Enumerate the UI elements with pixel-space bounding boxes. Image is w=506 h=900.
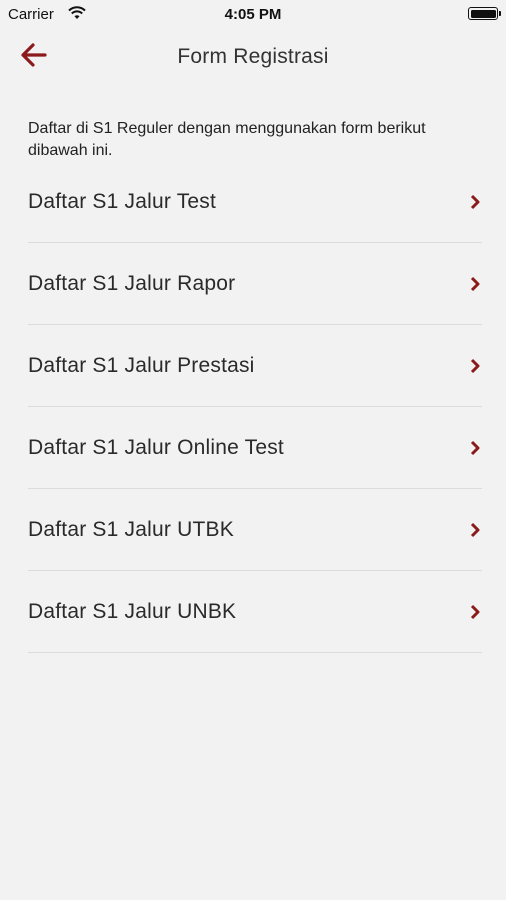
menu-item-jalur-unbk[interactable]: Daftar S1 Jalur UNBK: [28, 571, 482, 653]
status-bar: Carrier 4:05 PM: [0, 0, 506, 30]
menu-item-label: Daftar S1 Jalur Test: [28, 189, 217, 213]
clock: 4:05 PM: [224, 6, 282, 23]
menu-item-label: Daftar S1 Jalur Rapor: [28, 271, 236, 295]
chevron-right-icon: [470, 276, 480, 291]
chevron-right-icon: [470, 358, 480, 373]
menu-item-jalur-online-test[interactable]: Daftar S1 Jalur Online Test: [28, 407, 482, 489]
chevron-right-icon: [470, 604, 480, 619]
intro-text: Daftar di S1 Reguler dengan menggunakan …: [28, 120, 426, 159]
navigation-bar: Form Registrasi: [0, 30, 506, 86]
menu-item-label: Daftar S1 Jalur Prestasi: [28, 353, 255, 377]
page-title: Form Registrasi: [177, 45, 329, 68]
chevron-right-icon: [470, 440, 480, 455]
battery-icon: [468, 7, 501, 20]
menu-item-label: Daftar S1 Jalur UNBK: [28, 599, 237, 623]
menu-item-jalur-prestasi[interactable]: Daftar S1 Jalur Prestasi: [28, 325, 482, 407]
menu-item-label: Daftar S1 Jalur UTBK: [28, 517, 234, 541]
chevron-right-icon: [470, 194, 480, 209]
menu-item-label: Daftar S1 Jalur Online Test: [28, 435, 284, 459]
chevron-right-icon: [470, 522, 480, 537]
registration-menu: Daftar S1 Jalur Test Daftar S1 Jalur Rap…: [28, 161, 482, 653]
menu-item-jalur-utbk[interactable]: Daftar S1 Jalur UTBK: [28, 489, 482, 571]
menu-item-jalur-test[interactable]: Daftar S1 Jalur Test: [28, 161, 482, 243]
menu-item-jalur-rapor[interactable]: Daftar S1 Jalur Rapor: [28, 243, 482, 325]
